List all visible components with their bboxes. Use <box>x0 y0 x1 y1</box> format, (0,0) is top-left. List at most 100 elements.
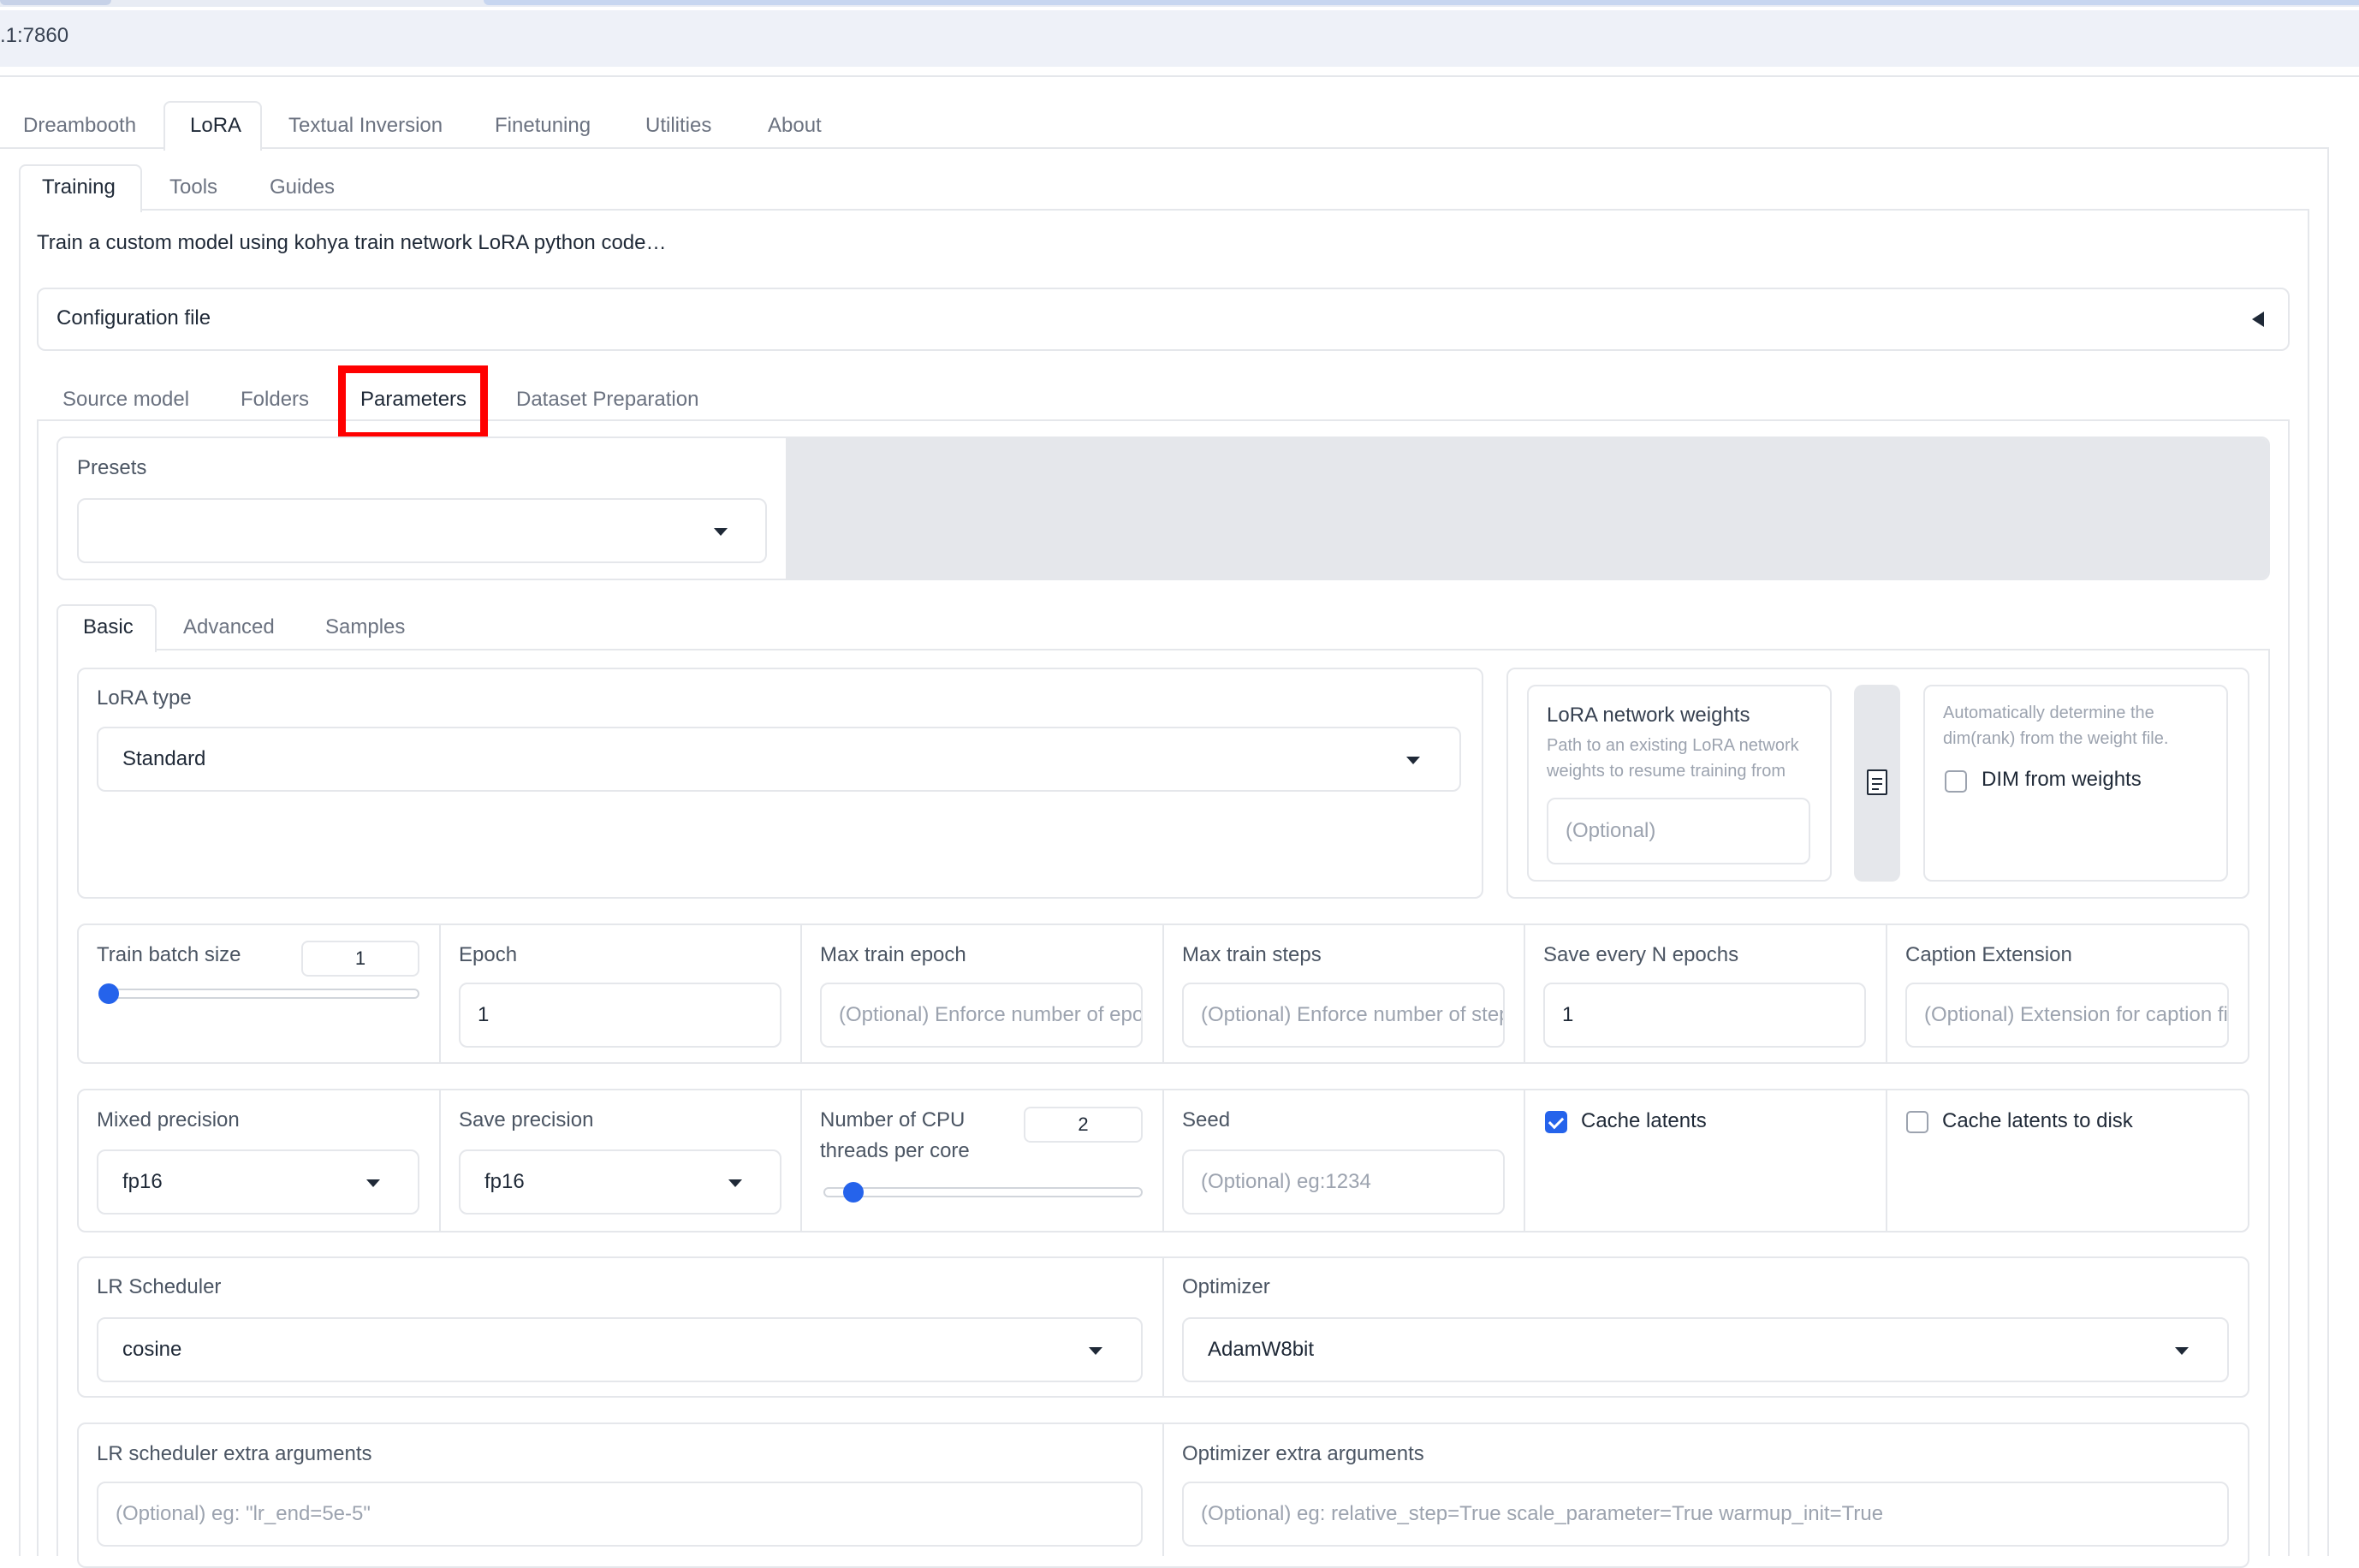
triangle-left-icon[interactable] <box>2252 312 2264 327</box>
chevron-down-icon[interactable] <box>1406 757 1420 764</box>
divider <box>1162 1090 1164 1231</box>
tab-finetuning[interactable]: Finetuning <box>495 114 591 138</box>
seed-label: Seed <box>1182 1108 1231 1131</box>
param-panel-left-border <box>56 650 58 1556</box>
save-precision-label: Save precision <box>459 1108 594 1131</box>
chevron-down-icon[interactable] <box>1089 1347 1102 1355</box>
mixed-precision-label: Mixed precision <box>97 1108 240 1131</box>
lora-type-dropdown[interactable]: Standard <box>97 727 1461 792</box>
top-tabs-baseline <box>0 147 163 149</box>
divider <box>1162 1424 1164 1556</box>
parameters-highlight-box <box>338 365 488 440</box>
optimizer-dropdown[interactable]: AdamW8bit <box>1182 1317 2229 1382</box>
divider <box>439 925 441 1062</box>
presets-gray-area <box>786 438 2268 579</box>
presets-dropdown[interactable] <box>77 498 767 563</box>
page-description: Train a custom model using kohya train n… <box>37 231 667 254</box>
param-panel-right-border <box>2268 649 2270 1556</box>
lora-type-label: LoRA type <box>97 686 192 710</box>
tab-basic[interactable]: Basic <box>83 615 134 639</box>
seed-input[interactable]: (Optional) eg:1234 <box>1182 1149 1505 1215</box>
sub-tabs-baseline <box>142 209 2309 211</box>
tab-dataset-preparation[interactable]: Dataset Preparation <box>516 388 698 412</box>
cache-latents-to-disk-label[interactable]: Cache latents to disk <box>1942 1109 2133 1133</box>
chevron-down-icon[interactable] <box>728 1179 742 1187</box>
sub-panel-right-border <box>2308 209 2309 1556</box>
document-icon <box>1867 769 1887 795</box>
top-tabs-baseline-right <box>261 147 2329 149</box>
caption-extension-input[interactable]: (Optional) Extension for caption files. … <box>1905 983 2229 1048</box>
epoch-label: Epoch <box>459 943 518 966</box>
browser-tab-indicator-2 <box>484 0 2359 5</box>
divider <box>800 1090 802 1231</box>
cpu-threads-label-line1: Number of CPU <box>820 1108 966 1131</box>
sub-panel-left-border <box>19 211 21 1556</box>
dim-from-weights-checkbox[interactable] <box>1945 770 1967 793</box>
dim-from-weights-label[interactable]: DIM from weights <box>1982 768 2142 792</box>
caption-extension-label: Caption Extension <box>1905 943 2072 966</box>
network-weights-info: Path to an existing LoRA network weights… <box>1547 736 1799 781</box>
lr-scheduler-args-input[interactable]: (Optional) eg: "lr_end=5e-5" <box>97 1482 1143 1547</box>
tab-samples[interactable]: Samples <box>325 615 405 639</box>
param-tabs-baseline <box>157 649 2270 650</box>
section-panel-left-border <box>37 419 39 1556</box>
cache-latents-checkbox[interactable] <box>1545 1111 1567 1133</box>
tab-dreambooth[interactable]: Dreambooth <box>23 114 136 138</box>
tab-folders[interactable]: Folders <box>241 388 309 412</box>
tab-lora[interactable]: LoRA <box>190 114 241 138</box>
divider <box>439 1090 441 1231</box>
configuration-file-label: Configuration file <box>56 306 211 330</box>
divider <box>800 925 802 1062</box>
network-weights-label: LoRA network weights <box>1547 704 1750 727</box>
max-train-steps-label: Max train steps <box>1182 943 1322 966</box>
optimizer-label: Optimizer <box>1182 1275 1270 1298</box>
subtab-training[interactable]: Training <box>42 175 116 199</box>
cache-latents-label[interactable]: Cache latents <box>1581 1109 1707 1133</box>
presets-label: Presets <box>77 456 147 479</box>
lr-scheduler-label: LR Scheduler <box>97 1275 222 1298</box>
main-panel-right-border <box>2327 147 2329 1556</box>
save-every-n-epochs-input[interactable]: 1 <box>1543 983 1866 1048</box>
page-separator <box>0 75 2359 77</box>
cpu-threads-slider-thumb[interactable] <box>843 1182 864 1203</box>
tab-about[interactable]: About <box>768 114 822 138</box>
subtab-tools[interactable]: Tools <box>169 175 217 199</box>
cpu-threads-value[interactable]: 2 <box>1024 1107 1143 1143</box>
address-url[interactable]: .1:7860 <box>0 24 68 48</box>
max-train-steps-input[interactable]: (Optional) Enforce number of steps <box>1182 983 1505 1048</box>
divider <box>1162 1258 1164 1396</box>
address-bar[interactable] <box>0 10 2359 67</box>
divider <box>1886 1090 1887 1231</box>
tab-textual-inversion[interactable]: Textual Inversion <box>288 114 443 138</box>
network-weights-input[interactable]: (Optional) <box>1547 798 1810 864</box>
train-batch-size-label: Train batch size <box>97 943 241 966</box>
dim-from-weights-info: Automatically determine the dim(rank) fr… <box>1943 704 2169 748</box>
chevron-down-icon[interactable] <box>2175 1347 2189 1355</box>
train-batch-size-slider-thumb[interactable] <box>98 983 119 1004</box>
lr-scheduler-dropdown[interactable]: cosine <box>97 1317 1143 1382</box>
epoch-input[interactable]: 1 <box>459 983 781 1048</box>
cpu-threads-slider[interactable] <box>823 1187 1143 1197</box>
train-batch-size-slider[interactable] <box>100 989 419 999</box>
optimizer-args-label: Optimizer extra arguments <box>1182 1442 1424 1465</box>
save-every-n-epochs-label: Save every N epochs <box>1543 943 1739 966</box>
max-train-epoch-label: Max train epoch <box>820 943 966 966</box>
chevron-down-icon[interactable] <box>366 1179 380 1187</box>
divider <box>1162 925 1164 1062</box>
cpu-threads-label-line2: threads per core <box>820 1139 970 1162</box>
subtab-guides[interactable]: Guides <box>270 175 335 199</box>
divider <box>1524 925 1525 1062</box>
optimizer-args-input[interactable]: (Optional) eg: relative_step=True scale_… <box>1182 1482 2229 1547</box>
train-batch-size-value[interactable]: 1 <box>301 941 419 977</box>
cache-latents-to-disk-checkbox[interactable] <box>1906 1111 1928 1133</box>
tab-advanced[interactable]: Advanced <box>183 615 275 639</box>
divider <box>1886 925 1887 1062</box>
configuration-file-accordion[interactable] <box>37 288 2290 351</box>
divider <box>1524 1090 1525 1231</box>
chevron-down-icon[interactable] <box>714 528 728 536</box>
section-panel-right-border <box>2288 419 2290 1556</box>
tab-source-model[interactable]: Source model <box>62 388 189 412</box>
max-train-epoch-input[interactable]: (Optional) Enforce number of epoch <box>820 983 1143 1048</box>
tab-utilities[interactable]: Utilities <box>645 114 711 138</box>
lr-scheduler-args-label: LR scheduler extra arguments <box>97 1442 372 1465</box>
